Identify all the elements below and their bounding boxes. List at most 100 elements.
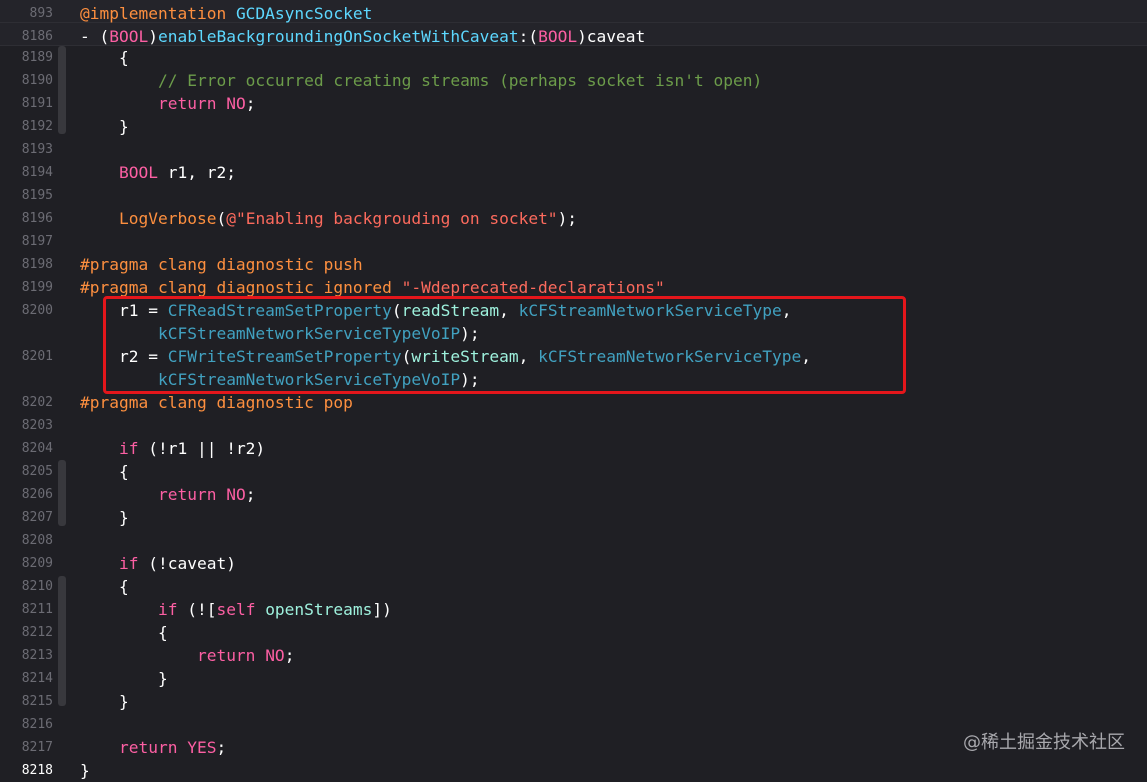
- code-text[interactable]: BOOL r1, r2;: [80, 161, 236, 184]
- code-line[interactable]: 8186- (BOOL)enableBackgroundingOnSocketW…: [0, 25, 1147, 48]
- code-token: openStreams: [265, 600, 373, 619]
- line-number: 8202: [21, 395, 53, 410]
- code-line[interactable]: 8214 }: [0, 667, 1147, 690]
- code-token: #pragma clang diagnostic pop: [80, 393, 353, 412]
- code-text[interactable]: @implementation GCDAsyncSocket: [80, 2, 372, 25]
- code-token: if: [118, 439, 139, 458]
- code-line[interactable]: 8192 }: [0, 115, 1147, 138]
- code-token: - (: [80, 27, 110, 46]
- code-token: {: [80, 577, 129, 596]
- code-token: return: [118, 738, 178, 757]
- code-text[interactable]: LogVerbose(@"Enabling backgrouding on so…: [80, 207, 577, 230]
- code-line[interactable]: 8210 {: [0, 575, 1147, 598]
- line-number: 8203: [21, 418, 53, 433]
- code-line[interactable]: 893 @implementation GCDAsyncSocket: [0, 2, 1147, 25]
- code-line[interactable]: 8189 {: [0, 46, 1147, 69]
- code-token: (: [216, 209, 227, 228]
- code-text[interactable]: {: [80, 621, 168, 644]
- code-text[interactable]: }: [80, 506, 129, 529]
- code-token: ;: [216, 738, 227, 757]
- code-text[interactable]: - (BOOL)enableBackgroundingOnSocketWithC…: [80, 25, 645, 48]
- line-number: 8216: [21, 717, 53, 732]
- code-editor[interactable]: 893 @implementation GCDAsyncSocket 8186 - (…: [0, 0, 1147, 780]
- code-line[interactable]: 8207 }: [0, 506, 1147, 529]
- line-number: 8201: [21, 349, 53, 364]
- code-token: ;: [245, 94, 256, 113]
- code-text[interactable]: // Error occurred creating streams (perh…: [80, 69, 762, 92]
- code-text[interactable]: {: [80, 460, 129, 483]
- code-token: ): [148, 27, 158, 46]
- code-token: self: [216, 600, 256, 619]
- code-line[interactable]: 8212 {: [0, 621, 1147, 644]
- code-text[interactable]: return NO;: [80, 483, 255, 506]
- code-text[interactable]: }: [80, 667, 168, 690]
- code-line[interactable]: 8195: [0, 184, 1147, 207]
- code-line[interactable]: 8197: [0, 230, 1147, 253]
- code-line[interactable]: 8191 return NO;: [0, 92, 1147, 115]
- code-token: ;: [245, 485, 256, 504]
- code-text[interactable]: {: [80, 46, 129, 69]
- code-line[interactable]: 8193: [0, 138, 1147, 161]
- line-number: 8197: [21, 234, 53, 249]
- line-number: 8206: [21, 487, 53, 502]
- code-token: if: [118, 554, 139, 573]
- code-line[interactable]: 8202 #pragma clang diagnostic pop: [0, 391, 1147, 414]
- code-line[interactable]: 8213 return NO;: [0, 644, 1147, 667]
- code-text[interactable]: return NO;: [80, 644, 294, 667]
- code-line[interactable]: 8218}: [0, 759, 1147, 782]
- line-number: 8208: [21, 533, 53, 548]
- code-token: }: [80, 761, 90, 780]
- code-line[interactable]: 8205 {: [0, 460, 1147, 483]
- line-number: 8204: [21, 441, 53, 456]
- code-text[interactable]: if (!caveat): [80, 552, 236, 575]
- line-number: 8196: [21, 211, 53, 226]
- code-line[interactable]: 8211 if (![self openStreams]): [0, 598, 1147, 621]
- code-line[interactable]: 8203: [0, 414, 1147, 437]
- code-token: r1, r2;: [157, 163, 236, 182]
- code-token: ;: [284, 646, 295, 665]
- code-token: @"Enabling backgrouding on socket": [226, 209, 558, 228]
- code-text[interactable]: }: [80, 690, 129, 713]
- code-line[interactable]: 8215 }: [0, 690, 1147, 713]
- code-token: (!caveat): [138, 554, 236, 573]
- code-line[interactable]: 8208: [0, 529, 1147, 552]
- code-token: enableBackgroundingOnSocketWithCaveat: [157, 27, 519, 46]
- code-text[interactable]: #pragma clang diagnostic push: [80, 253, 363, 276]
- code-token: #pragma clang diagnostic push: [80, 255, 363, 274]
- code-text[interactable]: return NO;: [80, 92, 255, 115]
- code-line[interactable]: 8204 if (!r1 || !r2): [0, 437, 1147, 460]
- code-token: if: [157, 600, 178, 619]
- line-number: 8218: [21, 763, 53, 778]
- code-token: "-Wdeprecated-declarations": [401, 278, 665, 297]
- code-line[interactable]: 8196 LogVerbose(@"Enabling backgrouding …: [0, 207, 1147, 230]
- code-line[interactable]: 8209 if (!caveat): [0, 552, 1147, 575]
- code-text[interactable]: if (![self openStreams]): [80, 598, 392, 621]
- line-number: 8192: [21, 119, 53, 134]
- watermark: @稀土掘金技术社区: [963, 732, 1125, 753]
- code-token: }: [80, 117, 129, 136]
- code-line[interactable]: 8190 // Error occurred creating streams …: [0, 69, 1147, 92]
- code-token: return: [157, 94, 217, 113]
- code-line[interactable]: 8198 #pragma clang diagnostic push: [0, 253, 1147, 276]
- code-token: #pragma clang diagnostic ignored: [80, 278, 402, 297]
- code-text[interactable]: if (!r1 || !r2): [80, 437, 265, 460]
- code-text[interactable]: }: [80, 115, 129, 138]
- code-line[interactable]: 8194 BOOL r1, r2;: [0, 161, 1147, 184]
- code-text[interactable]: }: [80, 759, 90, 782]
- code-token: {: [80, 462, 129, 481]
- code-token: }: [80, 669, 168, 688]
- line-number: 8211: [21, 602, 53, 617]
- code-text[interactable]: #pragma clang diagnostic pop: [80, 391, 353, 414]
- code-token: BOOL: [109, 27, 149, 46]
- code-text[interactable]: {: [80, 575, 129, 598]
- line-number: 8193: [21, 142, 53, 157]
- line-number: 8194: [21, 165, 53, 180]
- code-token: YES: [187, 738, 217, 757]
- code-line[interactable]: 8206 return NO;: [0, 483, 1147, 506]
- code-text[interactable]: return YES;: [80, 736, 226, 759]
